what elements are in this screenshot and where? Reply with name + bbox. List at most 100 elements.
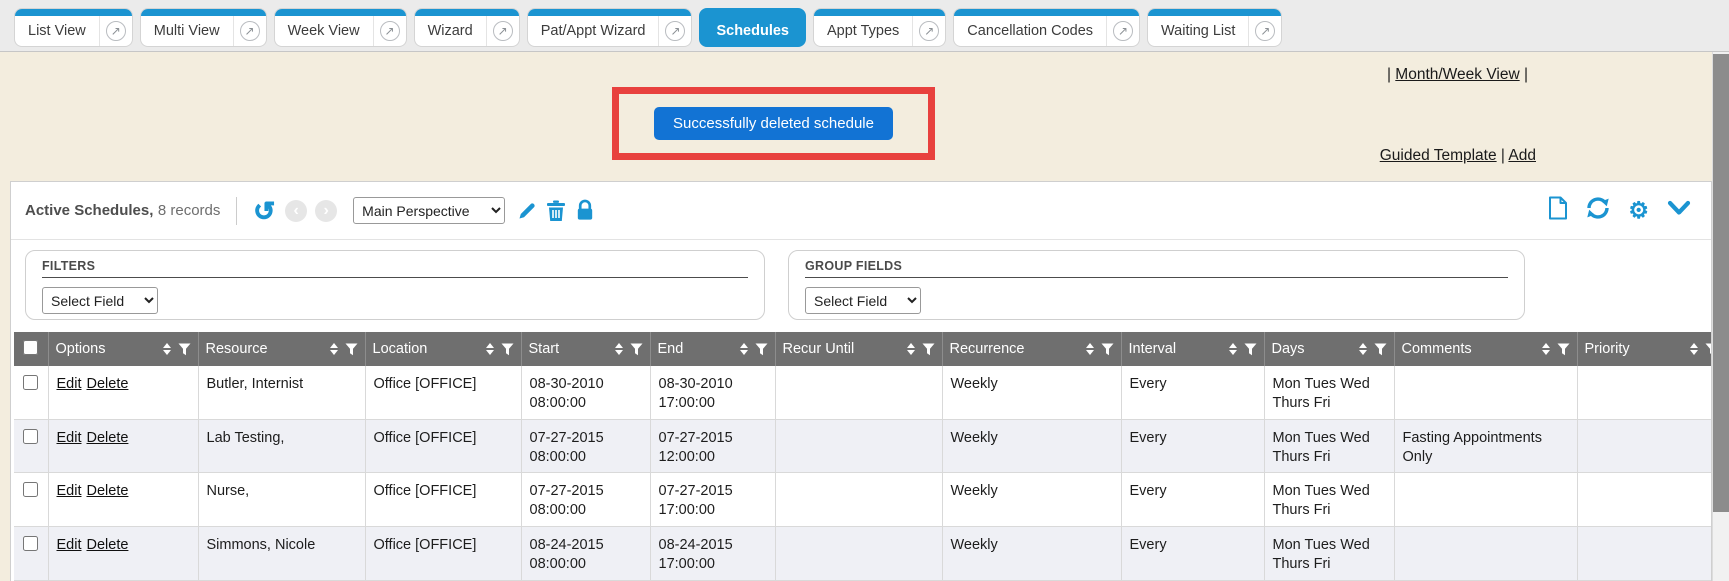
tab-external-section[interactable]: ↗: [912, 16, 945, 46]
refresh-icon[interactable]: [1586, 196, 1610, 225]
cell-interval: Every: [1121, 419, 1264, 473]
add-link[interactable]: Add: [1508, 147, 1536, 164]
select-all-header-cell: [14, 332, 48, 366]
edit-link[interactable]: Edit: [57, 537, 82, 553]
external-link-icon[interactable]: ↗: [493, 21, 513, 41]
column-header-location[interactable]: Location: [365, 332, 521, 366]
external-link-icon[interactable]: ↗: [380, 21, 400, 41]
column-header-resource[interactable]: Resource: [198, 332, 365, 366]
row-checkbox[interactable]: [23, 482, 38, 497]
edit-link[interactable]: Edit: [57, 376, 82, 392]
sort-icon[interactable]: [1542, 343, 1550, 355]
cell-priority: [1577, 527, 1712, 581]
edit-link[interactable]: Edit: [57, 483, 82, 499]
scrollbar-thumb[interactable]: [1713, 54, 1729, 512]
filter-funnel-icon[interactable]: [1101, 343, 1114, 356]
filter-funnel-icon[interactable]: [1244, 343, 1257, 356]
sort-icon[interactable]: [486, 343, 494, 355]
filter-funnel-icon[interactable]: [922, 343, 935, 356]
external-link-icon[interactable]: ↗: [1255, 21, 1275, 41]
column-header-start[interactable]: Start: [521, 332, 650, 366]
delete-link[interactable]: Delete: [87, 376, 129, 392]
undo-icon[interactable]: ↺: [253, 198, 275, 224]
external-link-icon[interactable]: ↗: [665, 21, 685, 41]
row-checkbox[interactable]: [23, 536, 38, 551]
external-link-icon[interactable]: ↗: [1113, 21, 1133, 41]
filter-funnel-icon[interactable]: [1557, 343, 1570, 356]
tab-multi-view[interactable]: Multi View ↗: [140, 8, 267, 47]
tab-wizard[interactable]: Wizard ↗: [414, 8, 520, 47]
sort-icon[interactable]: [1086, 343, 1094, 355]
tab-schedules[interactable]: Schedules: [699, 8, 806, 47]
settings-gear-icon[interactable]: ⚙: [1628, 199, 1649, 222]
sort-icon[interactable]: [330, 343, 338, 355]
cell-end: 07-27-2015 17:00:00: [650, 473, 775, 527]
filter-funnel-icon[interactable]: [501, 343, 514, 356]
filter-funnel-icon[interactable]: [755, 343, 768, 356]
tab-pat-appt-wizard[interactable]: Pat/Appt Wizard ↗: [527, 8, 693, 47]
column-header-label: Location: [373, 341, 428, 357]
tab-external-section[interactable]: ↗: [1248, 16, 1281, 46]
sort-icon[interactable]: [1690, 343, 1698, 355]
tab-list-view[interactable]: List View ↗: [14, 8, 133, 47]
sort-icon[interactable]: [1359, 343, 1367, 355]
success-message-button[interactable]: Successfully deleted schedule: [654, 107, 893, 140]
tab-cancellation-codes[interactable]: Cancellation Codes ↗: [953, 8, 1140, 47]
sort-icon[interactable]: [740, 343, 748, 355]
lock-icon[interactable]: [575, 199, 595, 222]
sort-icon[interactable]: [615, 343, 623, 355]
sort-icon[interactable]: [907, 343, 915, 355]
filter-funnel-icon[interactable]: [1705, 343, 1712, 356]
filter-funnel-icon[interactable]: [345, 343, 358, 356]
column-header-interval[interactable]: Interval: [1121, 332, 1264, 366]
grid-toolbar: Active Schedules, 8 records ↺ ‹ › Main P…: [11, 182, 1711, 240]
column-header-recurrence[interactable]: Recurrence: [942, 332, 1121, 366]
external-link-icon[interactable]: ↗: [919, 21, 939, 41]
column-header-recur-until[interactable]: Recur Until: [775, 332, 942, 366]
filter-funnel-icon[interactable]: [1374, 343, 1387, 356]
external-link-icon[interactable]: ↗: [240, 21, 260, 41]
tab-external-section[interactable]: ↗: [233, 16, 266, 46]
cell-comments: [1394, 527, 1577, 581]
delete-link[interactable]: Delete: [87, 483, 129, 499]
column-header-end[interactable]: End: [650, 332, 775, 366]
tab-external-section[interactable]: ↗: [1106, 16, 1139, 46]
delete-trash-icon[interactable]: [546, 200, 566, 222]
sort-icon[interactable]: [163, 343, 171, 355]
vertical-scrollbar[interactable]: [1712, 52, 1729, 581]
tab-week-view[interactable]: Week View ↗: [274, 8, 407, 47]
filter-funnel-icon[interactable]: [178, 343, 191, 356]
month-week-view-link[interactable]: Month/Week View: [1395, 66, 1519, 83]
tab-appt-types[interactable]: Appt Types ↗: [813, 8, 946, 47]
delete-link[interactable]: Delete: [87, 430, 129, 446]
collapse-chevron-icon[interactable]: [1667, 200, 1691, 221]
guided-template-link[interactable]: Guided Template: [1380, 147, 1497, 164]
group-fields-select[interactable]: Select Field: [805, 287, 921, 314]
tab-label: Week View: [275, 16, 373, 46]
column-header-options[interactable]: Options: [48, 332, 198, 366]
cell-options: Edit Delete: [48, 527, 198, 581]
tab-external-section[interactable]: ↗: [486, 16, 519, 46]
edit-pencil-icon[interactable]: [517, 201, 537, 221]
filter-funnel-icon[interactable]: [630, 343, 643, 356]
tab-external-section[interactable]: ↗: [99, 16, 132, 46]
select-all-checkbox[interactable]: [23, 340, 38, 355]
delete-link[interactable]: Delete: [87, 537, 129, 553]
filters-field-select[interactable]: Select Field: [42, 287, 158, 314]
external-link-icon[interactable]: ↗: [106, 21, 126, 41]
tab-external-section[interactable]: ↗: [373, 16, 406, 46]
row-checkbox[interactable]: [23, 429, 38, 444]
column-header-comments[interactable]: Comments: [1394, 332, 1577, 366]
column-header-priority[interactable]: Priority: [1577, 332, 1712, 366]
edit-link[interactable]: Edit: [57, 430, 82, 446]
column-header-days[interactable]: Days: [1264, 332, 1394, 366]
previous-icon[interactable]: ‹: [285, 200, 307, 222]
perspective-select[interactable]: Main Perspective: [353, 197, 505, 224]
next-icon[interactable]: ›: [315, 200, 337, 222]
row-checkbox[interactable]: [23, 375, 38, 390]
new-document-icon[interactable]: [1548, 196, 1568, 225]
tab-waiting-list[interactable]: Waiting List ↗: [1147, 8, 1282, 47]
tab-external-section[interactable]: ↗: [658, 16, 691, 46]
cell-comments: [1394, 366, 1577, 419]
sort-icon[interactable]: [1229, 343, 1237, 355]
